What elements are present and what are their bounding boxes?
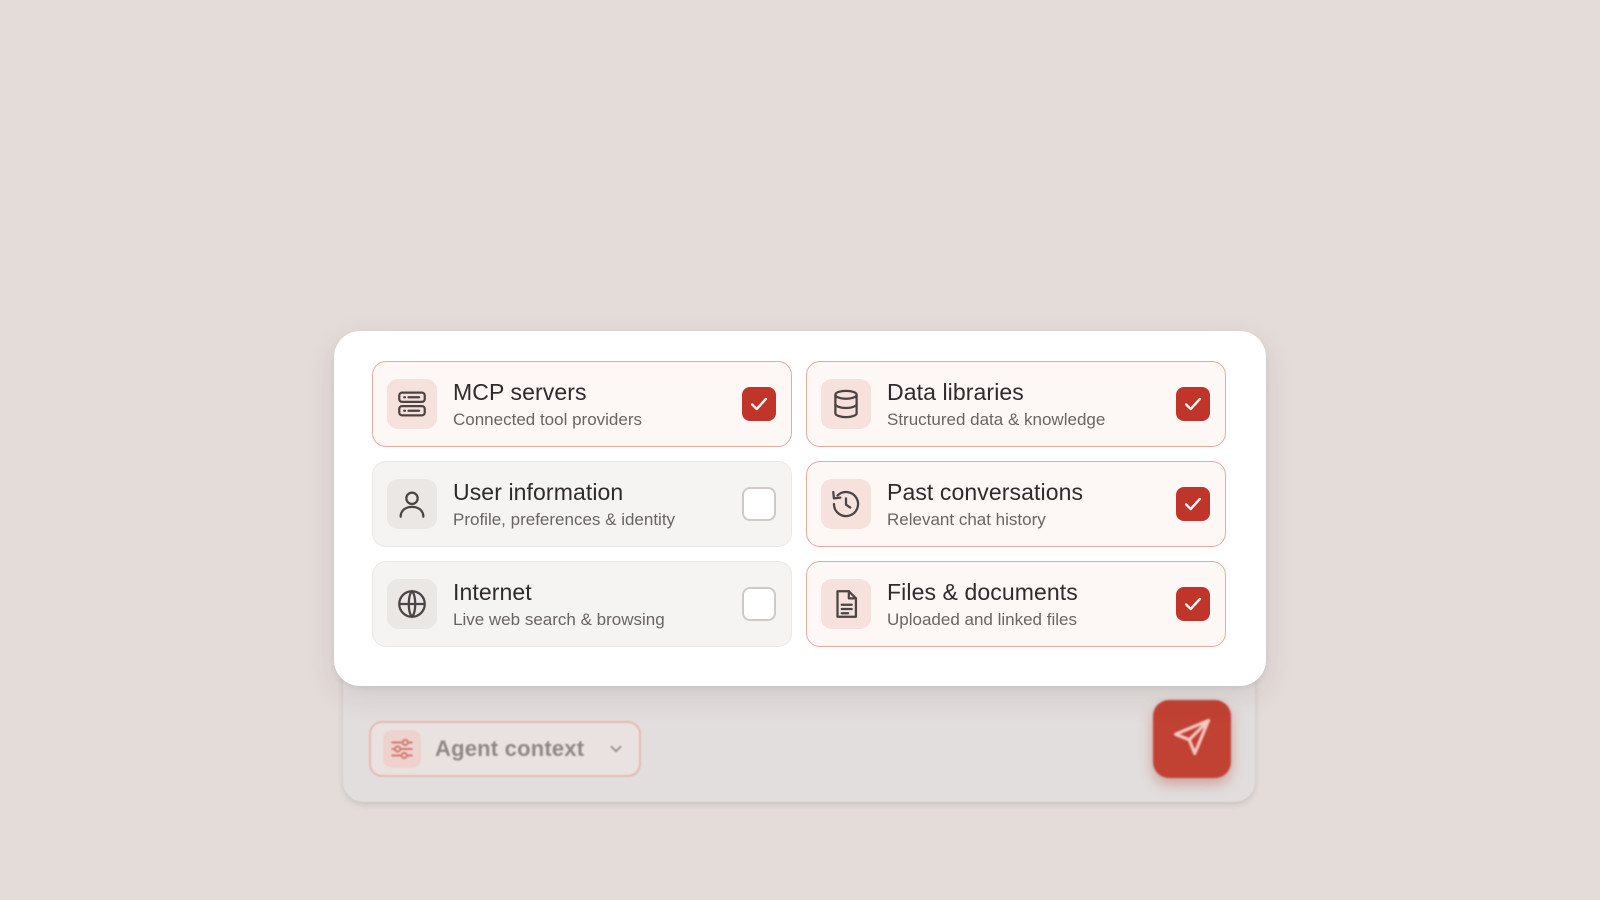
globe-icon [387,579,437,629]
option-mcp-servers[interactable]: MCP servers Connected tool providers [372,361,792,447]
option-title: Files & documents [887,578,1078,605]
option-subtitle: Live web search & browsing [453,609,665,629]
option-checkbox[interactable] [1176,387,1210,421]
option-internet[interactable]: Internet Live web search & browsing [372,561,792,647]
user-icon [387,479,437,529]
chevron-down-icon [607,740,625,758]
option-subtitle: Relevant chat history [887,509,1046,529]
context-options-grid: MCP servers Connected tool providers Dat… [372,361,1226,647]
option-title: Internet [453,578,532,605]
option-checkbox[interactable] [742,487,776,521]
agent-context-label: Agent context [435,736,585,761]
agent-context-dropdown[interactable]: Agent context [369,721,641,777]
history-icon [821,479,871,529]
option-checkbox[interactable] [742,587,776,621]
option-data-libraries[interactable]: Data libraries Structured data & knowled… [806,361,1226,447]
agent-context-popover: MCP servers Connected tool providers Dat… [334,331,1266,686]
document-icon [821,579,871,629]
send-button[interactable] [1153,700,1231,778]
sliders-icon [383,730,421,768]
checkmark-icon [750,397,768,411]
option-checkbox[interactable] [742,387,776,421]
send-icon [1170,715,1214,764]
option-user-information[interactable]: User information Profile, preferences & … [372,461,792,547]
option-subtitle: Connected tool providers [453,409,643,429]
option-checkbox[interactable] [1176,487,1210,521]
option-checkbox[interactable] [1176,587,1210,621]
option-files-documents[interactable]: Files & documents Uploaded and linked fi… [806,561,1226,647]
option-title: User information [453,478,624,505]
checkmark-icon [1184,397,1202,411]
option-title: Past conversations [887,478,1084,505]
checkmark-icon [1184,497,1202,511]
option-title: MCP servers [453,378,587,405]
server-icon [387,379,437,429]
checkmark-icon [1184,597,1202,611]
database-icon [821,379,871,429]
option-past-conversations[interactable]: Past conversations Relevant chat history [806,461,1226,547]
option-title: Data libraries [887,378,1024,405]
option-subtitle: Profile, preferences & identity [453,509,676,529]
option-subtitle: Uploaded and linked files [887,609,1077,629]
option-subtitle: Structured data & knowledge [887,409,1106,429]
